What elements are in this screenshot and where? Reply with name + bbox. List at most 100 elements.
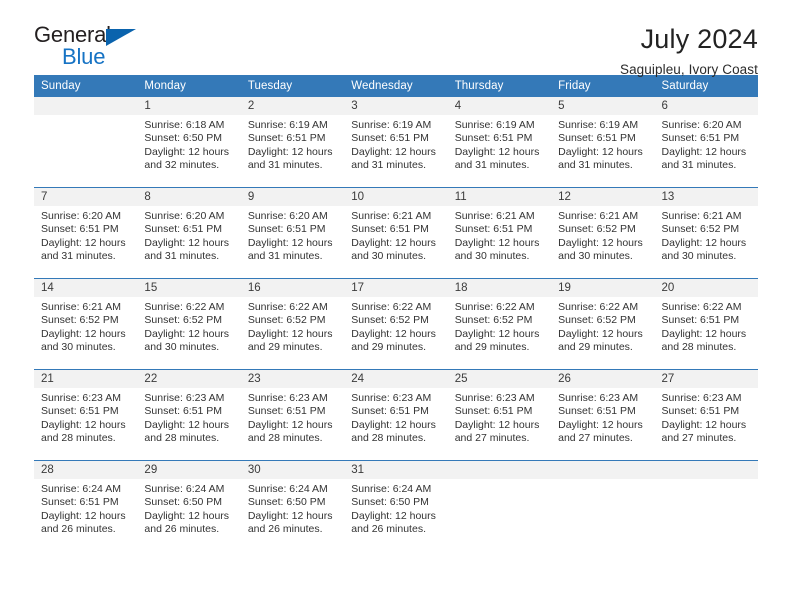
calendar-day-cell[interactable]: 30 Sunrise: 6:24 AM Sunset: 6:50 PM Dayligh… <box>240 460 345 551</box>
day-detail-line: Sunrise: 6:19 AM <box>247 119 328 131</box>
calendar-day-cell[interactable]: 28 Sunrise: 6:24 AM Sunset: 6:51 PM Dayligh… <box>34 460 138 551</box>
day-number: 14 <box>34 279 138 297</box>
day-details: Sunrise: 6:21 AM Sunset: 6:52 PM Daylight:… <box>655 206 758 264</box>
day-detail-line: Sunset: 6:51 PM <box>41 405 119 418</box>
calendar-day-cell[interactable]: 21 Sunrise: 6:23 AM Sunset: 6:51 PM Dayligh… <box>34 369 138 461</box>
calendar-header-row: Sunday Monday Tuesday Wednesday Thursday… <box>34 75 758 97</box>
calendar-day-cell[interactable]: 25 Sunrise: 6:23 AM Sunset: 6:51 PM Dayligh… <box>447 369 552 461</box>
day-detail-line: Daylight: 12 hours <box>247 236 333 249</box>
day-number <box>654 461 758 479</box>
day-detail-line: Daylight: 12 hours <box>454 145 540 158</box>
calendar-day-cell[interactable]: 3 Sunrise: 6:19 AM Sunset: 6:51 PM Daylight… <box>344 97 448 188</box>
day-details: Sunrise: 6:22 AM Sunset: 6:52 PM Daylight:… <box>344 297 447 355</box>
calendar-day-cell[interactable]: 24 Sunrise: 6:23 AM Sunset: 6:51 PM Dayligh… <box>344 369 448 461</box>
day-detail-line: Daylight: 12 hours <box>351 236 436 249</box>
day-number: 13 <box>654 188 758 206</box>
day-detail-line: Sunset: 6:51 PM <box>144 405 223 418</box>
day-detail-line: Sunset: 6:51 PM <box>661 405 740 418</box>
day-detail-line: Daylight: 12 hours <box>558 236 643 249</box>
day-number <box>447 461 552 479</box>
day-cell-inner: 21 Sunrise: 6:23 AM Sunset: 6:51 PM Dayligh… <box>34 370 138 460</box>
day-details: Sunrise: 6:21 AM Sunset: 6:51 PM Daylight:… <box>344 206 447 264</box>
day-cell-inner: 22 Sunrise: 6:23 AM Sunset: 6:51 PM Dayligh… <box>137 370 241 460</box>
calendar-day-cell[interactable]: 17 Sunrise: 6:22 AM Sunset: 6:52 PM Dayligh… <box>344 278 448 370</box>
day-details: Sunrise: 6:19 AM Sunset: 6:51 PM Daylight:… <box>344 115 447 173</box>
day-cell-inner: 8 Sunrise: 6:20 AM Sunset: 6:51 PM Daylight… <box>137 188 241 278</box>
day-detail-line: Sunrise: 6:23 AM <box>247 392 328 404</box>
day-detail-line: Sunrise: 6:24 AM <box>41 483 121 495</box>
day-detail-line: Sunrise: 6:22 AM <box>661 301 742 313</box>
calendar-day-cell[interactable]: 13 Sunrise: 6:21 AM Sunset: 6:52 PM Dayligh… <box>654 187 758 279</box>
day-detail-line: Daylight: 12 hours <box>454 418 540 431</box>
day-detail-line: Daylight: 12 hours <box>351 509 436 522</box>
day-details: Sunrise: 6:19 AM Sunset: 6:51 PM Daylight:… <box>551 115 654 173</box>
day-number: 31 <box>344 461 448 479</box>
day-details: Sunrise: 6:23 AM Sunset: 6:51 PM Daylight:… <box>448 388 551 446</box>
calendar-day-cell[interactable]: 12 Sunrise: 6:21 AM Sunset: 6:52 PM Dayligh… <box>551 187 655 279</box>
calendar-day-cell[interactable]: 27 Sunrise: 6:23 AM Sunset: 6:51 PM Dayligh… <box>654 369 758 461</box>
calendar-day-cell[interactable]: 1 Sunrise: 6:18 AM Sunset: 6:50 PM Daylight… <box>137 97 241 188</box>
calendar-day-cell[interactable]: 18 Sunrise: 6:22 AM Sunset: 6:52 PM Dayligh… <box>447 278 552 370</box>
day-detail-line: Sunset: 6:52 PM <box>351 314 429 327</box>
calendar-day-cell[interactable]: 11 Sunrise: 6:21 AM Sunset: 6:51 PM Dayligh… <box>447 187 552 279</box>
day-cell-inner: 30 Sunrise: 6:24 AM Sunset: 6:50 PM Dayligh… <box>240 461 345 551</box>
general-blue-logo[interactable]: General Blue <box>34 24 142 72</box>
calendar-day-cell[interactable]: 31 Sunrise: 6:24 AM Sunset: 6:50 PM Dayligh… <box>344 460 448 551</box>
calendar-day-cell[interactable]: 19 Sunrise: 6:22 AM Sunset: 6:52 PM Dayligh… <box>551 278 655 370</box>
day-detail-line: Daylight: 12 hours <box>41 418 126 431</box>
day-detail-line: Daylight: 12 hours <box>144 418 230 431</box>
calendar-day-cell[interactable]: 14 Sunrise: 6:21 AM Sunset: 6:52 PM Dayligh… <box>34 278 138 370</box>
day-number: 2 <box>240 97 345 115</box>
day-cell-inner: 27 Sunrise: 6:23 AM Sunset: 6:51 PM Dayligh… <box>654 370 758 460</box>
day-detail-line: and 29 minutes. <box>454 341 530 354</box>
day-number: 6 <box>654 97 758 115</box>
calendar-day-cell[interactable]: 22 Sunrise: 6:23 AM Sunset: 6:51 PM Dayligh… <box>137 369 241 461</box>
calendar-day-cell[interactable]: 9 Sunrise: 6:20 AM Sunset: 6:51 PM Daylight… <box>240 187 345 279</box>
day-detail-line: Sunset: 6:52 PM <box>454 314 533 327</box>
day-number: 24 <box>344 370 448 388</box>
day-details: Sunrise: 6:19 AM Sunset: 6:51 PM Daylight:… <box>448 115 551 173</box>
day-detail-line: Sunrise: 6:24 AM <box>351 483 432 495</box>
calendar-day-cell[interactable]: 2 Sunrise: 6:19 AM Sunset: 6:51 PM Daylight… <box>240 97 345 188</box>
day-detail-line: Daylight: 12 hours <box>661 418 747 431</box>
day-details: Sunrise: 6:21 AM Sunset: 6:52 PM Daylight:… <box>551 206 654 264</box>
day-detail-line: and 26 minutes. <box>351 523 426 536</box>
calendar-day-cell[interactable]: 7 Sunrise: 6:20 AM Sunset: 6:51 PM Daylight… <box>34 187 138 279</box>
day-details: Sunrise: 6:24 AM Sunset: 6:50 PM Daylight:… <box>344 479 447 537</box>
day-detail-line: Daylight: 12 hours <box>247 145 333 158</box>
calendar-day-cell[interactable]: 4 Sunrise: 6:19 AM Sunset: 6:51 PM Daylight… <box>447 97 552 188</box>
day-detail-line: Daylight: 12 hours <box>247 418 333 431</box>
calendar-day-cell[interactable]: 26 Sunrise: 6:23 AM Sunset: 6:51 PM Dayligh… <box>551 369 655 461</box>
day-cell-inner: 16 Sunrise: 6:22 AM Sunset: 6:52 PM Dayligh… <box>240 279 345 369</box>
calendar-empty-cell <box>34 97 138 188</box>
day-cell-inner: 6 Sunrise: 6:20 AM Sunset: 6:51 PM Daylight… <box>654 97 758 187</box>
day-detail-line: Daylight: 12 hours <box>351 327 436 340</box>
day-detail-line: Sunrise: 6:23 AM <box>454 392 535 404</box>
calendar-day-cell[interactable]: 10 Sunrise: 6:21 AM Sunset: 6:51 PM Dayligh… <box>344 187 448 279</box>
day-details: Sunrise: 6:22 AM Sunset: 6:52 PM Daylight:… <box>241 297 344 355</box>
day-cell-inner: 14 Sunrise: 6:21 AM Sunset: 6:52 PM Dayligh… <box>34 279 138 369</box>
day-detail-line: Sunset: 6:52 PM <box>661 223 740 236</box>
day-number: 16 <box>240 279 345 297</box>
day-detail-line: Daylight: 12 hours <box>454 236 540 249</box>
calendar-day-cell[interactable]: 8 Sunrise: 6:20 AM Sunset: 6:51 PM Daylight… <box>137 187 241 279</box>
day-cell-inner: 20 Sunrise: 6:22 AM Sunset: 6:51 PM Dayligh… <box>654 279 758 369</box>
day-detail-line: Daylight: 12 hours <box>247 509 333 522</box>
calendar-day-cell[interactable]: 20 Sunrise: 6:22 AM Sunset: 6:51 PM Dayligh… <box>654 278 758 370</box>
calendar-day-cell[interactable]: 16 Sunrise: 6:22 AM Sunset: 6:52 PM Dayligh… <box>240 278 345 370</box>
calendar-day-cell[interactable]: 23 Sunrise: 6:23 AM Sunset: 6:51 PM Dayligh… <box>240 369 345 461</box>
calendar-day-cell[interactable]: 5 Sunrise: 6:19 AM Sunset: 6:51 PM Daylight… <box>551 97 655 188</box>
calendar-day-cell[interactable]: 15 Sunrise: 6:22 AM Sunset: 6:52 PM Dayligh… <box>137 278 241 370</box>
calendar-grid: Sunday Monday Tuesday Wednesday Thursday… <box>34 75 758 551</box>
day-detail-line: and 30 minutes. <box>41 341 116 354</box>
day-number: 19 <box>551 279 655 297</box>
day-detail-line: Sunset: 6:51 PM <box>454 223 533 236</box>
day-detail-line: Sunrise: 6:19 AM <box>454 119 535 131</box>
day-cell-inner: 15 Sunrise: 6:22 AM Sunset: 6:52 PM Dayligh… <box>137 279 241 369</box>
day-detail-line: and 26 minutes. <box>144 523 220 536</box>
day-number: 27 <box>654 370 758 388</box>
day-detail-line: and 26 minutes. <box>41 523 116 536</box>
calendar-day-cell[interactable]: 29 Sunrise: 6:24 AM Sunset: 6:50 PM Dayligh… <box>137 460 241 551</box>
calendar-day-cell[interactable]: 6 Sunrise: 6:20 AM Sunset: 6:51 PM Daylight… <box>654 97 758 188</box>
day-detail-line: Sunset: 6:51 PM <box>41 496 119 509</box>
